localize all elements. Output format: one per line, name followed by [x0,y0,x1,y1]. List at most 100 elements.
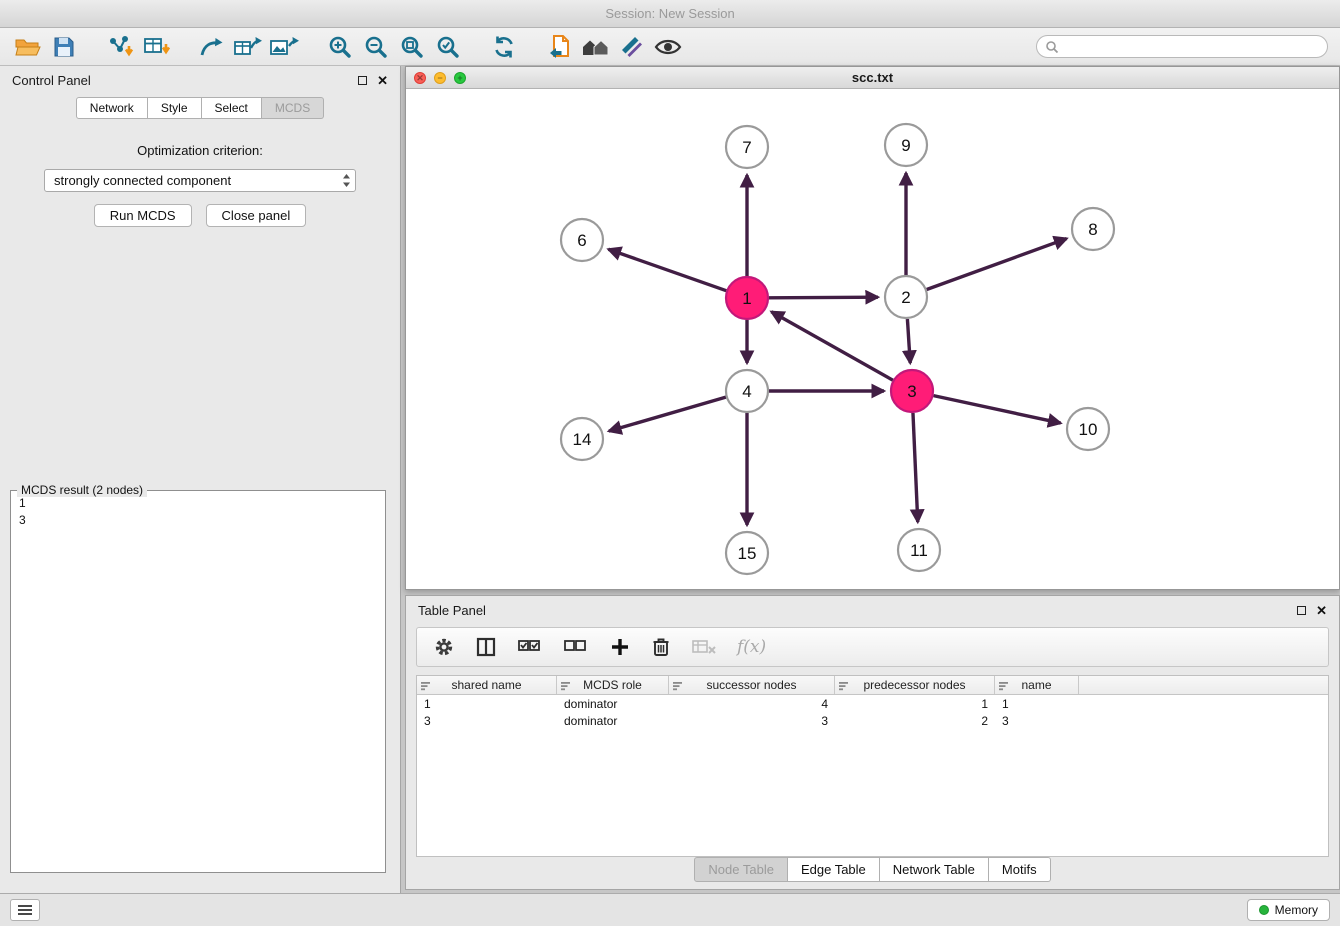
tab-network[interactable]: Network [76,97,148,119]
import-table-icon[interactable] [138,31,174,63]
edge-2-8[interactable] [927,239,1067,290]
selected-option: strongly connected component [54,173,231,188]
search-box[interactable] [1036,35,1328,58]
table-toolbar: f(x) [416,627,1329,667]
svg-text:9: 9 [901,136,910,155]
home-icon[interactable] [578,31,614,63]
table-cell: 1 [835,697,995,711]
export-network-icon[interactable] [194,31,230,63]
maximize-window-icon[interactable]: + [454,72,466,84]
optimization-criterion-select[interactable]: strongly connected component [44,169,356,192]
network-window-titlebar[interactable]: ✕ − + scc.txt [406,67,1339,89]
tab-node-table[interactable]: Node Table [694,857,788,882]
edge-3-1[interactable] [771,312,892,380]
node-14[interactable]: 14 [561,418,603,460]
create-column-plus-icon[interactable] [609,636,631,658]
node-1[interactable]: 1 [726,277,768,319]
run-mcds-button[interactable]: Run MCDS [94,204,192,227]
node-7[interactable]: 7 [726,126,768,168]
column-header[interactable]: predecessor nodes [835,676,995,694]
edge-2-3[interactable] [907,319,910,363]
column-header[interactable]: successor nodes [669,676,835,694]
table-cell: 1 [417,697,557,711]
column-label: successor nodes [706,678,796,692]
node-6[interactable]: 6 [561,219,603,261]
node-2[interactable]: 2 [885,276,927,318]
float-panel-icon[interactable] [1297,606,1306,615]
control-panel: Control Panel ✕ Network Style Select MCD… [0,66,401,893]
node-table: shared name MCDS role successor nodes pr… [416,675,1329,857]
tab-style[interactable]: Style [148,97,202,119]
minimize-window-icon[interactable]: − [434,72,446,84]
show-columns-icon[interactable] [475,636,497,658]
close-panel-icon[interactable]: ✕ [1316,604,1327,617]
memory-status-dot [1259,905,1269,915]
zoom-in-icon[interactable] [322,31,358,63]
unselect-all-columns-icon[interactable] [563,637,589,657]
column-header[interactable]: name [995,676,1079,694]
node-8[interactable]: 8 [1072,208,1114,250]
tab-mcds[interactable]: MCDS [262,97,324,119]
table-row[interactable]: 3dominator323 [417,712,1328,729]
node-15[interactable]: 15 [726,532,768,574]
node-9[interactable]: 9 [885,124,927,166]
table-tabs: Node Table Edge Table Network Table Moti… [406,857,1339,882]
close-panel-icon[interactable]: ✕ [377,74,388,87]
close-window-icon[interactable]: ✕ [414,72,426,84]
float-panel-icon[interactable] [358,76,367,85]
edge-3-11[interactable] [913,413,918,522]
svg-text:6: 6 [577,231,586,250]
svg-text:4: 4 [742,382,751,401]
zoom-selected-icon[interactable] [430,31,466,63]
refresh-icon[interactable] [486,31,522,63]
table-cell: 3 [669,714,835,728]
status-bar: Memory [0,893,1340,926]
node-4[interactable]: 4 [726,370,768,412]
edge-4-14[interactable] [609,397,726,431]
node-3[interactable]: 3 [891,370,933,412]
column-sort-icon [561,680,571,694]
search-input[interactable] [1064,40,1319,54]
column-label: name [1021,678,1051,692]
svg-text:7: 7 [742,138,751,157]
network-canvas[interactable]: 7 9 6 8 1 2 4 3 14 10 15 11 [406,89,1339,589]
svg-text:14: 14 [573,430,592,449]
export-image-icon[interactable] [266,31,302,63]
select-all-columns-icon[interactable] [517,637,543,657]
node-10[interactable]: 10 [1067,408,1109,450]
column-header[interactable]: MCDS role [557,676,669,694]
zoom-fit-icon[interactable] [394,31,430,63]
memory-label: Memory [1275,903,1318,917]
table-settings-gear-icon[interactable] [433,636,455,658]
tab-motifs[interactable]: Motifs [989,857,1051,882]
save-icon[interactable] [46,31,82,63]
task-history-button[interactable] [10,899,40,921]
export-table-icon[interactable] [230,31,266,63]
delete-column-trash-icon[interactable] [651,636,671,658]
import-network-icon[interactable] [102,31,138,63]
control-panel-header: Control Panel ✕ [0,66,400,94]
table-row[interactable]: 1dominator411 [417,695,1328,712]
open-folder-icon[interactable] [10,31,46,63]
edge-3-10[interactable] [934,396,1061,423]
network-window: ✕ − + scc.txt 7 9 6 8 1 2 4 3 14 10 15 11 [405,66,1340,590]
table-cell: dominator [557,697,669,711]
node-11[interactable]: 11 [898,529,940,571]
memory-button[interactable]: Memory [1247,899,1330,921]
close-panel-button[interactable]: Close panel [206,204,307,227]
delete-table-icon [691,637,717,657]
tab-network-table[interactable]: Network Table [880,857,989,882]
apply-style-icon[interactable] [614,31,650,63]
mcds-result-title: MCDS result (2 nodes) [17,483,147,497]
tab-select[interactable]: Select [202,97,262,119]
table-panel: Table Panel ✕ f(x) [405,595,1340,890]
chevron-up-down-icon [342,173,351,188]
column-header[interactable]: shared name [417,676,557,694]
clone-network-icon[interactable] [542,31,578,63]
column-label: predecessor nodes [863,678,965,692]
edge-1-6[interactable] [608,249,726,290]
edge-1-2[interactable] [769,297,878,298]
tab-edge-table[interactable]: Edge Table [788,857,880,882]
show-graphics-details-icon[interactable] [650,31,686,63]
zoom-out-icon[interactable] [358,31,394,63]
